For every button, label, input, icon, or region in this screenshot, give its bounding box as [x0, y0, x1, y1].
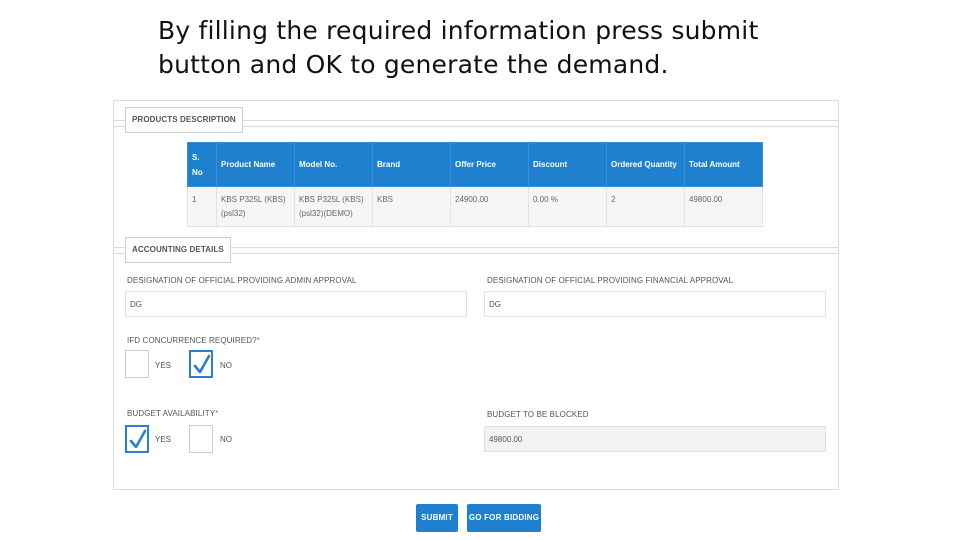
budget-blocked-field: 49800.00	[484, 426, 826, 452]
column-header-product-name: Product Name	[216, 142, 295, 187]
budget-blocked-label: BUDGET TO BE BLOCKED	[487, 410, 589, 419]
checkmark-icon	[193, 354, 211, 374]
cell-offer-price: 24900.00	[450, 186, 529, 227]
column-header-offer-price: Offer Price	[450, 142, 529, 187]
section-title-products: PRODUCTS DESCRIPTION	[125, 107, 243, 133]
go-for-bidding-button[interactable]: GO FOR BIDDING	[467, 504, 541, 532]
table-header-row: S. No Product Name Model No. Brand Offer …	[187, 142, 763, 187]
cell-total-amount: 49800.00	[684, 186, 763, 227]
ifd-no-label: NO	[220, 361, 232, 370]
checkmark-icon	[129, 429, 147, 449]
cell-discount: 0.00 %	[528, 186, 607, 227]
column-header-brand: Brand	[372, 142, 451, 187]
budget-yes-checkbox[interactable]	[125, 425, 149, 453]
caption-line-2: button and OK to generate the demand.	[158, 50, 669, 79]
ifd-concurrence-label: IFD CONCURRENCE REQUIRED?*	[127, 336, 260, 345]
column-header-total-amount: Total Amount	[684, 142, 763, 187]
column-header-sno: S. No	[187, 142, 217, 187]
column-header-discount: Discount	[528, 142, 607, 187]
cell-sno: 1	[187, 186, 217, 227]
cell-product-name: KBS P325L (KBS) (psl32)	[216, 186, 295, 227]
ifd-yes-checkbox[interactable]	[125, 350, 149, 378]
financial-approval-field[interactable]: DG	[484, 291, 826, 317]
products-table: S. No Product Name Model No. Brand Offer …	[187, 142, 763, 227]
section-title-accounting: ACCOUNTING DETAILS	[125, 237, 231, 263]
budget-no-label: NO	[220, 435, 232, 444]
cell-model-no: KBS P325L (KBS) (psl32)(DEMO)	[294, 186, 373, 227]
caption-line-1: By filling the required information pres…	[158, 16, 759, 45]
column-header-ordered-quantity: Ordered Quantity	[606, 142, 685, 187]
table-row: 1 KBS P325L (KBS) (psl32) KBS P325L (KBS)…	[187, 186, 763, 227]
ifd-yes-label: YES	[155, 361, 172, 370]
slide-caption: By filling the required information pres…	[158, 14, 858, 82]
budget-no-checkbox[interactable]	[189, 425, 213, 453]
cell-ordered-quantity: 2	[606, 186, 685, 227]
required-mark: *	[256, 336, 260, 345]
ifd-no-checkbox[interactable]	[189, 350, 213, 378]
admin-approval-label: DESIGNATION OF OFFICIAL PROVIDING ADMIN …	[127, 276, 357, 285]
admin-approval-field[interactable]: DG	[125, 291, 467, 317]
column-header-model-no: Model No.	[294, 142, 373, 187]
required-mark: *	[215, 409, 219, 418]
budget-availability-label: BUDGET AVAILABILITY*	[127, 409, 219, 418]
budget-yes-label: YES	[155, 435, 172, 444]
submit-button[interactable]: SUBMIT	[416, 504, 458, 532]
cell-brand: KBS	[372, 186, 451, 227]
financial-approval-label: DESIGNATION OF OFFICIAL PROVIDING FINANC…	[487, 276, 734, 285]
